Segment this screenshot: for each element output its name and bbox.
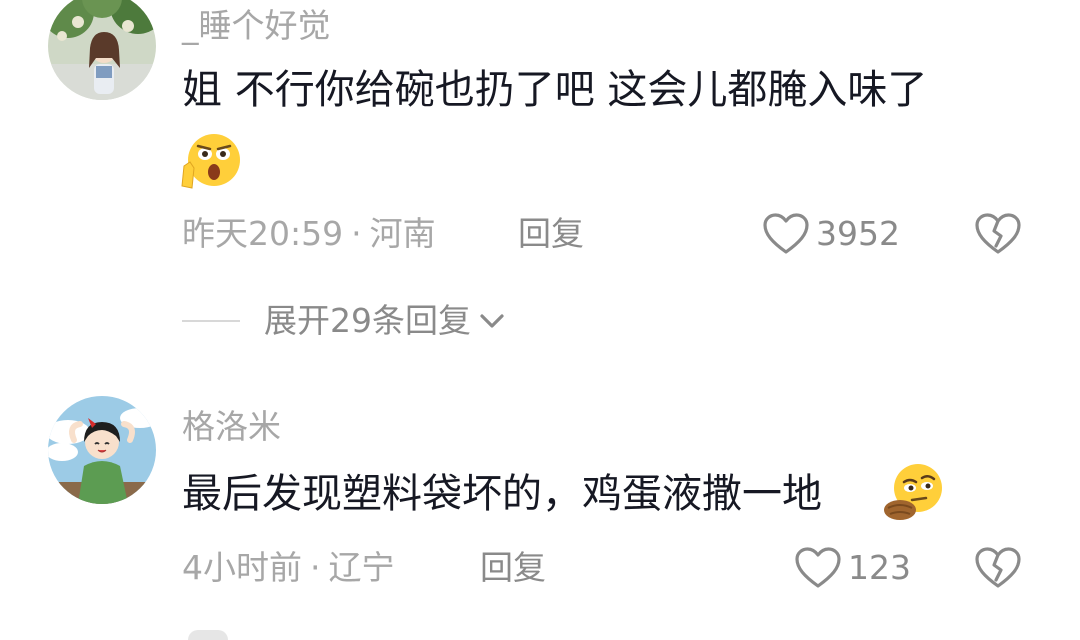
comment-text-body: 姐 不行你给碗也扔了吧 这会儿都腌入味了 (182, 67, 928, 113)
reply-button[interactable]: 回复 (518, 214, 584, 254)
broken-heart-icon (975, 213, 1021, 254)
comment-time: 昨天20:59 (182, 214, 344, 253)
expand-replies-label: 展开29条回复 (264, 301, 471, 340)
comment-username[interactable]: _睡个好觉 (182, 6, 331, 46)
comment-location: 辽宁 (328, 548, 395, 587)
comment-location: 河南 (369, 214, 436, 253)
comment-time: 4小时前 (182, 548, 302, 587)
comment-text: 姐 不行你给碗也扔了吧 这会儿都腌入味了 (182, 64, 927, 116)
user-avatar[interactable] (48, 0, 156, 100)
chevron-down-icon (480, 314, 504, 328)
heart-icon (795, 547, 841, 588)
avatar-image (48, 396, 156, 504)
comment-meta: 4小时前 · 辽宁 (182, 548, 395, 588)
dislike-button[interactable] (974, 212, 1022, 260)
meta-separator: · (310, 548, 321, 587)
comment-username[interactable]: 格洛米 (182, 407, 281, 447)
like-button[interactable]: 123 (794, 546, 911, 590)
dislike-button[interactable] (974, 546, 1022, 594)
avatar-image (48, 0, 156, 100)
broken-heart-icon (975, 547, 1021, 588)
meta-separator: · (351, 214, 362, 253)
expand-replies[interactable]: 展开29条回复 (182, 301, 507, 341)
next-comment-avatar-partial (188, 630, 228, 640)
reply-button[interactable]: 回复 (480, 548, 546, 588)
shocked-emoji-icon (180, 132, 242, 194)
like-button[interactable]: 3952 (762, 212, 900, 256)
like-count: 123 (848, 548, 911, 587)
comment-text: 最后发现塑料袋坏的，鸡蛋液撒一地 (182, 468, 822, 520)
expand-divider (182, 320, 240, 322)
heart-icon (763, 213, 809, 254)
thinking-emoji-icon (882, 462, 944, 526)
like-count: 3952 (816, 214, 900, 253)
comment-meta: 昨天20:59 · 河南 (182, 214, 436, 254)
user-avatar[interactable] (48, 396, 156, 504)
comment-text-body: 最后发现塑料袋坏的，鸡蛋液撒一地 (182, 471, 822, 517)
